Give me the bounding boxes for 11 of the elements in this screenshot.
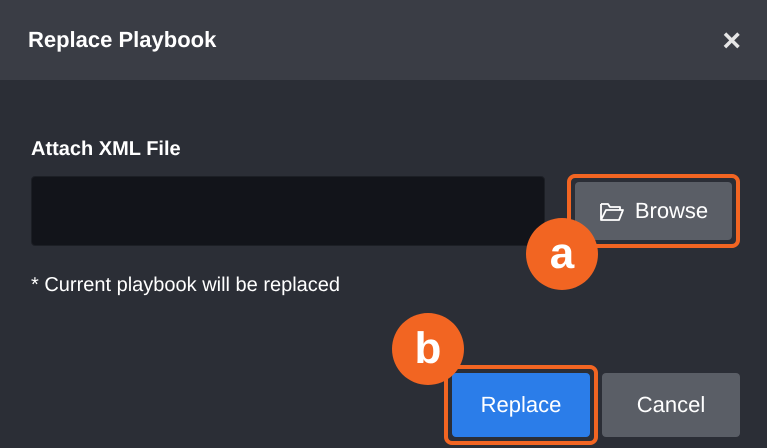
file-input-field[interactable]: [31, 176, 545, 246]
callout-badge: a: [526, 218, 598, 290]
folder-icon: [598, 200, 625, 222]
hint-text: * Current playbook will be replaced: [31, 274, 342, 297]
replace-button[interactable]: Replace: [452, 373, 590, 437]
close-button[interactable]: ×: [722, 24, 741, 56]
field-label: Attach XML File: [31, 138, 182, 161]
dialog-title: Replace Playbook: [28, 27, 216, 53]
cancel-button[interactable]: Cancel: [602, 373, 740, 437]
callout-badge: b: [392, 313, 464, 385]
browse-button[interactable]: Browse: [575, 182, 732, 240]
